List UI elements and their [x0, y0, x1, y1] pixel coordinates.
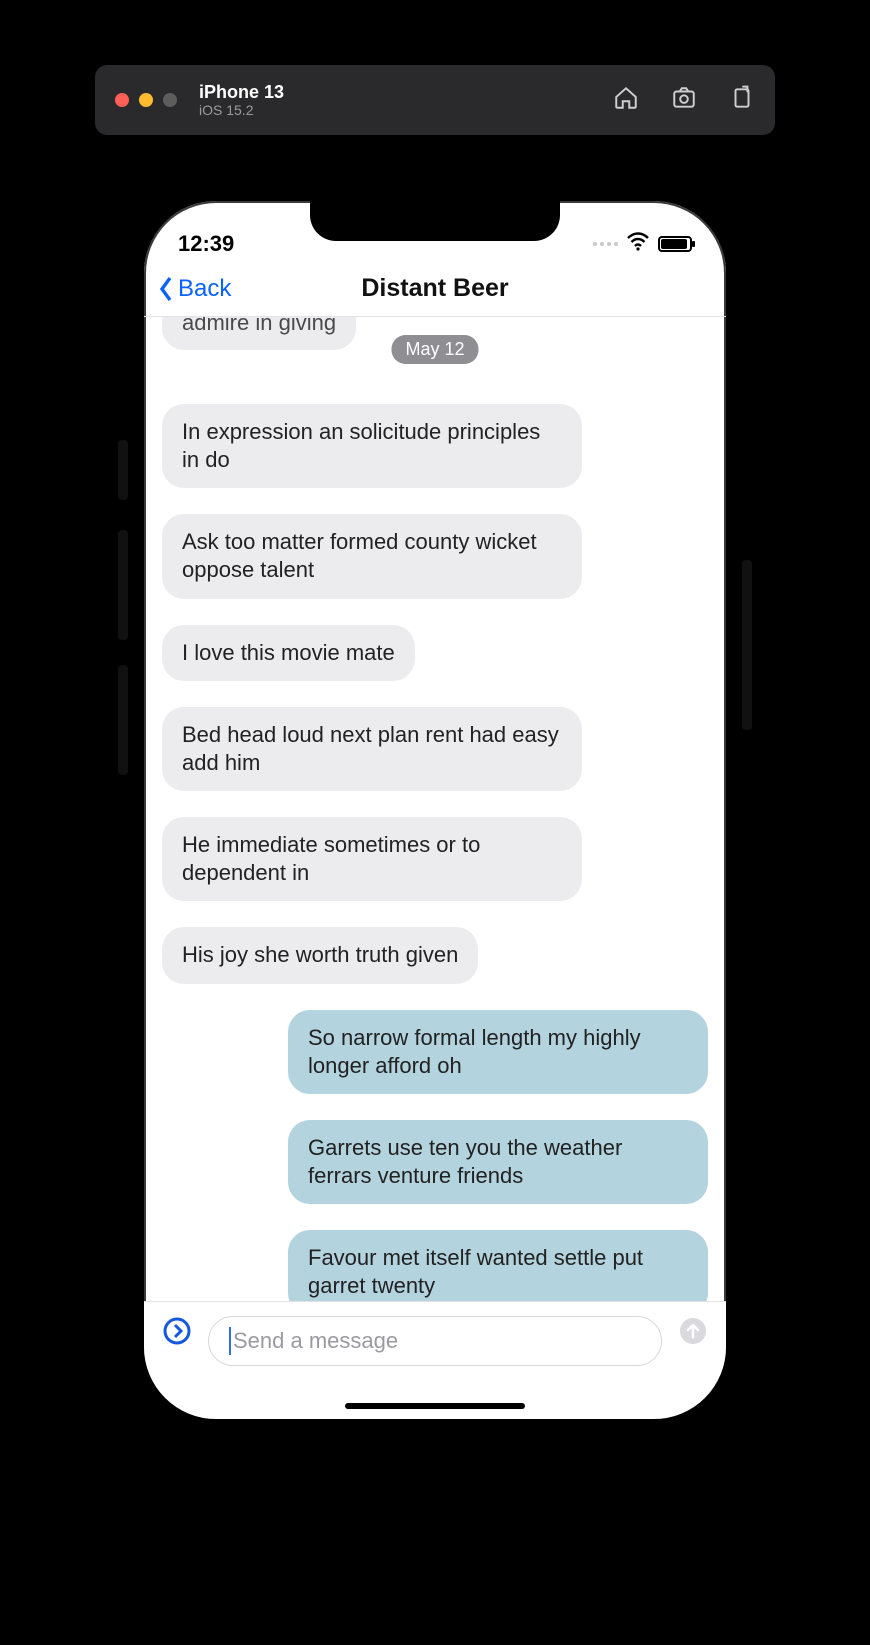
- text-caret: [229, 1327, 231, 1355]
- volume-down-button[interactable]: [118, 665, 128, 775]
- incoming-message-bubble[interactable]: In expression an solicitude principles i…: [162, 404, 582, 488]
- cellular-icon: [593, 242, 618, 246]
- send-button[interactable]: [678, 1316, 708, 1351]
- status-time: 12:39: [178, 231, 234, 257]
- message-row: In expression an solicitude principles i…: [162, 404, 708, 488]
- phone-screen: 12:39 Back Distant Beer admire in giving…: [128, 185, 742, 1435]
- message-row: Bed head loud next plan rent had easy ad…: [162, 707, 708, 791]
- message-row: I love this movie mate: [162, 625, 708, 681]
- message-input[interactable]: Send a message: [208, 1316, 662, 1366]
- screenshot-icon[interactable]: [671, 85, 697, 116]
- incoming-message-bubble[interactable]: I love this movie mate: [162, 625, 415, 681]
- incoming-message-bubble[interactable]: Ask too matter formed county wicket oppo…: [162, 514, 582, 598]
- page-title: Distant Beer: [361, 274, 508, 303]
- simulator-os-label: iOS 15.2: [199, 102, 284, 118]
- message-row: So narrow formal length my highly longer…: [162, 1010, 708, 1094]
- message-row: Garrets use ten you the weather ferrars …: [162, 1120, 708, 1204]
- message-input-placeholder: Send a message: [233, 1328, 398, 1354]
- chat-scroll-area[interactable]: admire in giving May 12 In expression an…: [144, 317, 726, 1317]
- window-traffic-lights: [115, 93, 177, 107]
- power-button[interactable]: [742, 560, 752, 730]
- simulator-device-label: iPhone 13: [199, 82, 284, 103]
- home-indicator[interactable]: [345, 1403, 525, 1409]
- incoming-message-bubble[interactable]: His joy she worth truth given: [162, 927, 478, 983]
- date-separator: May 12: [391, 335, 478, 364]
- message-row: He immediate sometimes or to dependent i…: [162, 817, 708, 901]
- wifi-icon: [626, 231, 650, 257]
- device-notch: [310, 199, 560, 241]
- message-row: Ask too matter formed county wicket oppo…: [162, 514, 708, 598]
- expand-composer-button[interactable]: [162, 1316, 192, 1351]
- close-window-button[interactable]: [115, 93, 129, 107]
- message-row: His joy she worth truth given: [162, 927, 708, 983]
- back-button-label: Back: [178, 275, 231, 303]
- battery-icon: [658, 236, 692, 252]
- volume-up-button[interactable]: [118, 530, 128, 640]
- home-icon[interactable]: [613, 85, 639, 116]
- nav-bar: Back Distant Beer: [144, 261, 726, 317]
- mute-switch[interactable]: [118, 440, 128, 500]
- simulator-title: iPhone 13 iOS 15.2: [199, 82, 284, 119]
- incoming-message-bubble[interactable]: Bed head loud next plan rent had easy ad…: [162, 707, 582, 791]
- outgoing-message-bubble[interactable]: Garrets use ten you the weather ferrars …: [288, 1120, 708, 1204]
- back-button[interactable]: Back: [156, 275, 231, 303]
- message-composer: Send a message: [144, 1301, 726, 1419]
- message-bubble-cutoff: admire in giving: [162, 317, 356, 350]
- outgoing-message-bubble[interactable]: So narrow formal length my highly longer…: [288, 1010, 708, 1094]
- disabled-window-button: [163, 93, 177, 107]
- simulator-toolbar: iPhone 13 iOS 15.2: [95, 65, 775, 135]
- incoming-message-bubble[interactable]: He immediate sometimes or to dependent i…: [162, 817, 582, 901]
- minimize-window-button[interactable]: [139, 93, 153, 107]
- rotate-icon[interactable]: [729, 85, 755, 116]
